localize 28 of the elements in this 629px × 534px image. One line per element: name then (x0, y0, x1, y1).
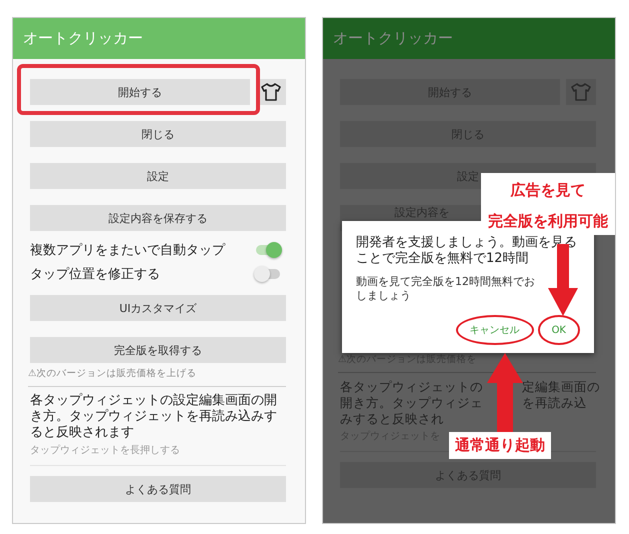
annotation-tooltip: 通常通り起動 (449, 432, 551, 459)
dialog-button[interactable]: キャンセル (456, 315, 534, 345)
toggle-switch[interactable] (256, 245, 280, 255)
info-title: 各タップウィジェットの設定編集画面の開き方。タップウィジェットを再読み込みすると反映されます (30, 393, 278, 441)
menu-button[interactable]: 開始する (30, 79, 250, 105)
toggle-switch[interactable] (256, 269, 280, 279)
app-title: オートクリッカー (23, 29, 143, 48)
annotation-tooltip: 広告を見て 完全版を利用可能 (481, 173, 615, 235)
setting-label: 複数アプリをまたいで自動タップ (30, 242, 225, 259)
info-subtitle: タップウィジェットを長押しする (30, 444, 181, 457)
menu-button[interactable]: 設定内容を保存する (30, 205, 286, 231)
shirt-icon (571, 83, 591, 101)
menu-button[interactable]: よくある質問 (30, 476, 286, 502)
info-text: を再読み込 (522, 395, 587, 411)
menu-button[interactable]: 閉じる (30, 121, 286, 147)
menu-button[interactable]: 設定 (30, 163, 286, 189)
setting-label: タップ位置を修正する (30, 266, 160, 283)
shirt-icon (261, 83, 281, 101)
info-text: 各タップウィジェットの (340, 379, 480, 395)
info-text: みすると反映され (340, 411, 445, 427)
warning-note: ⚠次のバージョンは販売価格を上げる (28, 367, 286, 387)
info-text: 定編集画面の (522, 379, 600, 395)
app-title: オートクリッカー (333, 29, 453, 48)
dialog-detail: 動画を見て完全版を12時間無料でお しましょう (356, 275, 536, 303)
menu-button[interactable]: UIカスタマイズ (30, 295, 286, 321)
menu-button[interactable]: 完全版を取得する (30, 337, 286, 363)
info-text: 開き方。タップウィジェ (340, 395, 480, 411)
dialog-button[interactable]: OK (538, 315, 580, 345)
